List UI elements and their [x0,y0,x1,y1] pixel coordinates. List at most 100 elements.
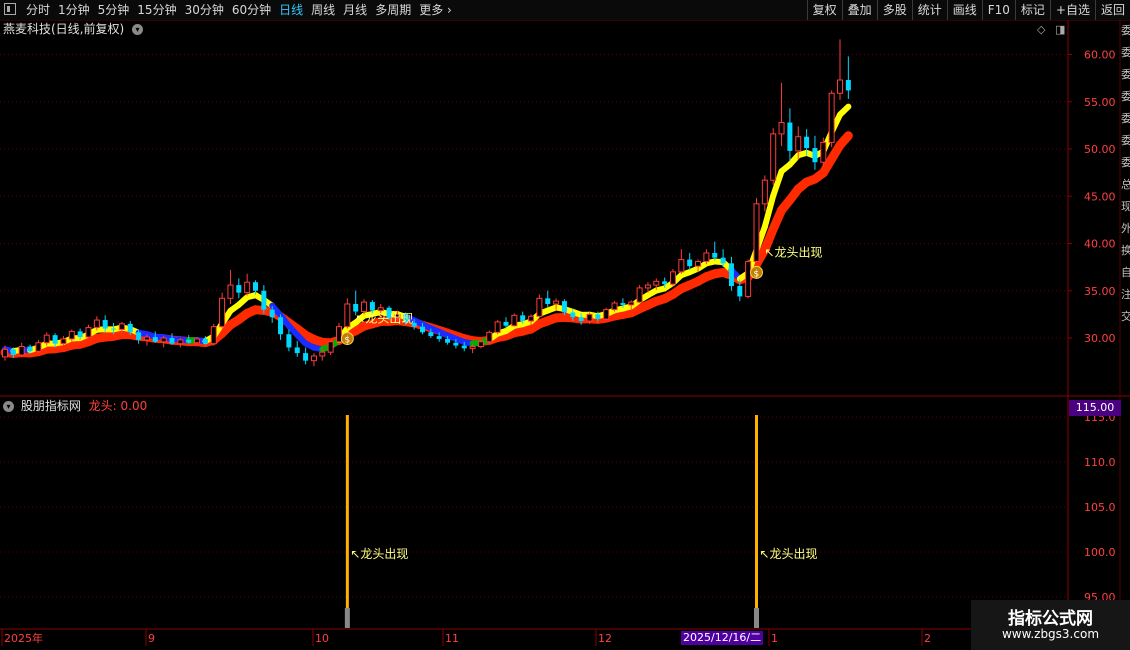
ma-fast-segment [644,287,660,299]
candle-body [219,297,226,328]
right-strip-label: 委 [1121,46,1130,59]
ma-fast-segment [761,192,777,230]
candle-body [177,339,184,345]
ma-fast-segment [770,168,785,199]
ma-fast-segment [603,307,618,317]
toolbar-button-3[interactable]: 统计 [911,0,947,20]
ma-slow-segment [175,336,194,347]
period-tab-9[interactable]: 多周期 [371,0,415,20]
period-tab-6[interactable]: 日线 [275,0,307,20]
toolbar-button-2[interactable]: 多股 [876,0,912,20]
period-tab-7[interactable]: 周线 [307,0,339,20]
ma-fast-segment [427,325,443,335]
period-tab-3[interactable]: 15分钟 [133,0,180,20]
chevron-down-icon[interactable]: ▾ [132,24,144,35]
candle-body [628,301,635,306]
ma-slow-segment [267,307,286,322]
candle-body [578,317,584,321]
ma-fast-segment [336,325,351,344]
ma-fast-segment [327,337,342,350]
candle-body [561,301,567,313]
indicator-menu-icon[interactable]: ▾ [3,401,14,412]
candle-body [303,353,309,361]
period-tab-1[interactable]: 1分钟 [54,0,94,20]
candle-body [210,326,217,345]
kline-chart: $ ↖龙头出现 ↖龙头出现 $ ↖龙头出现 ↖龙头出现 60.00 55.00 50.00 45… [0,20,1130,646]
candle-body [143,336,150,341]
ma-fast-segment [219,307,234,327]
period-tab-0[interactable]: 分时 [22,0,54,20]
ma-fast-segment [703,258,718,267]
ma-slow-segment [509,326,528,338]
ma-slow-segment [418,320,436,333]
ma-slow-segment [585,314,603,324]
period-tab-4[interactable]: 30分钟 [181,0,228,20]
ma-slow-segment [459,334,478,346]
candle-body [586,313,593,322]
time-tick-label: 9 [148,632,155,645]
toolbar-button-4[interactable]: 画线 [946,0,982,20]
ma-fast-segment [728,267,743,282]
ma-slow-segment [443,328,461,341]
ma-fast-segment [143,331,159,340]
ma-slow-segment [334,329,352,345]
right-strip-label: 委 [1121,68,1130,81]
period-tab-10[interactable]: 更多 › [415,0,456,20]
toolbar-button-7[interactable]: +自选 [1049,0,1095,20]
toolbar-button-0[interactable]: 复权 [806,0,842,20]
time-tick-label: 1 [771,632,778,645]
diamond-icon[interactable]: ◇ [1037,23,1045,36]
candle-body [269,309,275,318]
period-tab-5[interactable]: 60分钟 [228,0,275,20]
ma-slow-segment [384,316,402,326]
ma-slow-segment [125,330,144,341]
indicator-tick-label: 110.0 [1084,456,1116,469]
ma-fast-segment [561,306,576,315]
ma-fast-segment [619,303,635,312]
candle-body [761,179,768,205]
ma-slow-segment [676,280,695,294]
ma-fast-segment [235,294,251,308]
toolbar-button-8[interactable]: 返回 [1094,0,1130,20]
right-strip-label: 现 [1121,200,1130,213]
period-tab-2[interactable]: 5分钟 [94,0,134,20]
ma-slow-segment [84,333,102,347]
candle-body [636,287,643,303]
toolbar-button-6[interactable]: 标记 [1014,0,1050,20]
period-tab-8[interactable]: 月线 [339,0,371,20]
candle-body [35,342,42,352]
candle-body [453,342,459,346]
panel-toggle-icon[interactable] [4,3,16,15]
ma-slow-segment [434,325,453,338]
ma-fast-segment [118,324,134,333]
ma-fast-segment [277,312,292,329]
candle-body [18,346,25,356]
ma-slow-segment [276,312,294,328]
window-icon[interactable]: ◨ [1055,23,1065,36]
candle-body [85,327,92,338]
candle-body [511,314,518,327]
ma-fast-segment [344,319,359,332]
right-strip-label: 总 [1121,178,1130,191]
ma-fast-segment [511,321,526,329]
ma-fast-segment [519,318,535,328]
toolbar-button-5[interactable]: F10 [981,0,1015,20]
ma-slow-segment [593,313,611,324]
ma-slow-segment [100,331,119,342]
ma-slow-segment [493,331,511,343]
indicator-tick-label: 105.0 [1084,501,1116,514]
money-bag-icon [340,332,354,346]
candle-body [662,281,668,285]
chart-corner-icons: ◇ ◨ [1037,23,1065,36]
ma-fast-segment [210,320,226,340]
ma-fast-segment [803,149,818,159]
ma-slow-segment [326,335,344,348]
ma-fast-segment [528,310,543,325]
price-tick-label: 50.00 [1084,143,1116,156]
ma-slow-segment [827,140,845,164]
candle-body [436,336,442,339]
ma-slow-segment [284,318,302,334]
period-tabs: 分时 1分钟 5分钟 15分钟 30分钟 60分钟 日线 周线 月线 多周期 更多 › [22,0,456,20]
toolbar-button-1[interactable]: 叠加 [841,0,877,20]
candle-body [60,338,67,345]
